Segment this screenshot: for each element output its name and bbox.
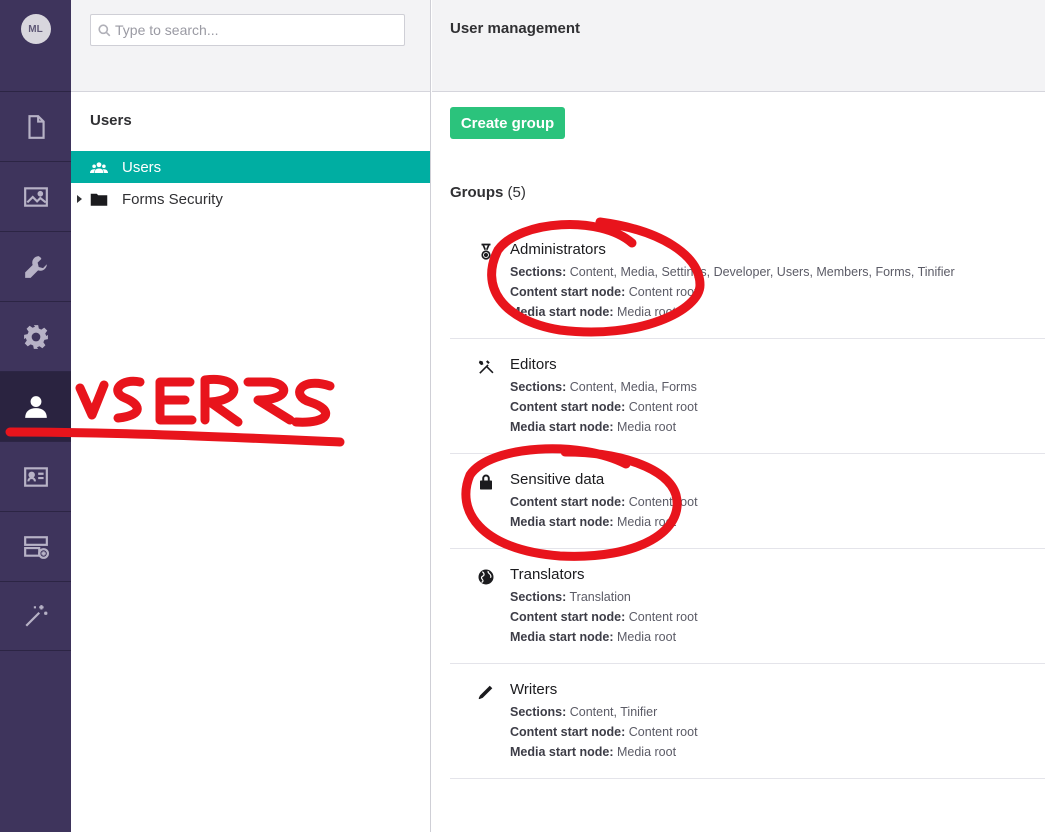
id-card-icon	[23, 466, 48, 487]
group-media-start: Media start node: Media root	[510, 420, 677, 434]
group-name[interactable]: Editors	[510, 355, 1045, 375]
lock-icon	[480, 474, 492, 490]
globe-icon	[478, 569, 494, 585]
rail-item-media[interactable]	[0, 161, 71, 231]
folder-icon	[90, 193, 108, 206]
section-rail: ML	[0, 0, 71, 832]
users-icon	[90, 162, 108, 173]
group-sections: Sections: Content, Media, Forms	[510, 380, 697, 394]
group-content-start: Content start node: Content root	[510, 285, 698, 299]
group-translators[interactable]: Translators Sections: Translation Conten…	[450, 549, 1045, 664]
image-icon	[23, 186, 48, 207]
tree-node-forms-security[interactable]: Forms Security	[71, 183, 430, 215]
rail-item-forms[interactable]	[0, 511, 71, 581]
group-media-start: Media start node: Media root	[510, 305, 677, 319]
document-icon	[27, 114, 45, 139]
group-content-start: Content start node: Content root	[510, 725, 698, 739]
group-media-start: Media start node: Media root	[510, 630, 677, 644]
form-icon	[23, 535, 49, 559]
group-content-start: Content start node: Content root	[510, 400, 698, 414]
group-name[interactable]: Administrators	[510, 240, 1045, 260]
page-title: User management	[432, 0, 1045, 92]
pencil-icon	[478, 685, 493, 700]
groups-heading: Groups (5)	[450, 184, 526, 201]
tree-title: Users	[90, 112, 132, 129]
search-input[interactable]	[115, 15, 400, 45]
group-sections: Sections: Content, Tinifier	[510, 705, 658, 719]
avatar[interactable]: ML	[20, 14, 51, 44]
wrench-icon	[24, 255, 47, 278]
rail-item-tinifier[interactable]	[0, 581, 71, 651]
caret-right-icon[interactable]	[77, 195, 82, 203]
tree-node-users[interactable]: Users	[71, 151, 430, 183]
group-media-start: Media start node: Media root	[510, 515, 677, 529]
group-sensitive-data[interactable]: Sensitive data Content start node: Conte…	[450, 454, 1045, 549]
group-content-start: Content start node: Content root	[510, 495, 698, 509]
magic-wand-icon	[24, 605, 47, 627]
group-content-start: Content start node: Content root	[510, 610, 698, 624]
group-administrators[interactable]: Administrators Sections: Content, Media,…	[450, 224, 1045, 339]
tools-icon	[478, 360, 494, 374]
tree-panel: Users Users Forms Security	[71, 0, 431, 832]
search-box[interactable]	[90, 14, 405, 46]
create-group-button[interactable]: Create group	[450, 107, 565, 139]
group-sections: Sections: Translation	[510, 590, 631, 604]
gear-icon	[23, 324, 48, 349]
rail-item-developer[interactable]	[0, 301, 71, 371]
group-editors[interactable]: Editors Sections: Content, Media, Forms …	[450, 339, 1045, 454]
groups-count: (5)	[507, 184, 526, 201]
group-sections: Sections: Content, Media, Settings, Deve…	[510, 265, 955, 279]
group-media-start: Media start node: Media root	[510, 745, 677, 759]
group-writers[interactable]: Writers Sections: Content, Tinifier Cont…	[450, 664, 1045, 779]
rail-item-settings[interactable]	[0, 231, 71, 301]
medal-icon	[481, 243, 491, 260]
main-panel: User management Create group Groups (5) …	[432, 0, 1045, 832]
search-icon	[98, 24, 111, 37]
groups-label: Groups	[450, 184, 504, 201]
group-name[interactable]: Sensitive data	[510, 470, 1045, 490]
tree-node-label: Users	[122, 158, 162, 176]
tree-node-label: Forms Security	[122, 190, 223, 208]
user-icon	[24, 395, 47, 418]
rail-item-content[interactable]	[0, 91, 71, 161]
group-name[interactable]: Translators	[510, 565, 1045, 585]
group-name[interactable]: Writers	[510, 680, 1045, 700]
groups-list: Administrators Sections: Content, Media,…	[450, 224, 1045, 779]
app-window: ML Type to search... Users Users Forms S…	[0, 0, 1045, 832]
rail-item-members[interactable]	[0, 441, 71, 511]
rail-item-users[interactable]	[0, 371, 71, 441]
